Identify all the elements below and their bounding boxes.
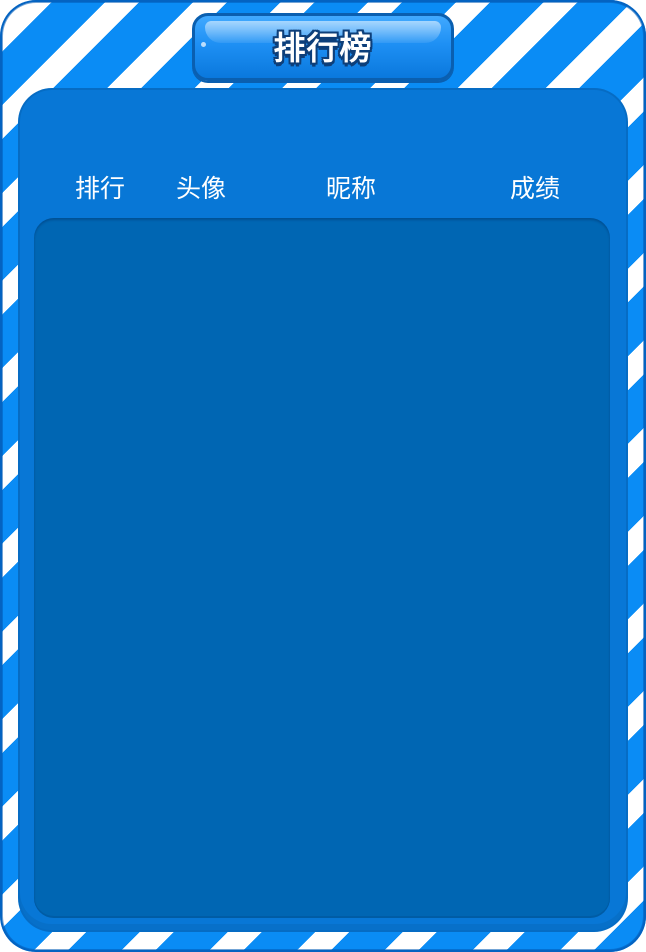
page-title: 排行榜 (273, 29, 373, 67)
leaderboard-frame: 排行 头像 昵称 成绩 排行榜 (0, 0, 646, 952)
column-header-nickname: 昵称 (326, 174, 377, 203)
column-header-rank: 排行 (75, 174, 126, 203)
leaderboard-panel: 排行 头像 昵称 成绩 (20, 90, 626, 930)
column-header-row: 排行 头像 昵称 成绩 (20, 90, 626, 218)
column-header-score: 成绩 (510, 174, 561, 203)
title-banner: 排行榜 (192, 13, 454, 81)
column-header-avatar: 头像 (176, 174, 227, 203)
ranking-list[interactable] (34, 218, 610, 918)
